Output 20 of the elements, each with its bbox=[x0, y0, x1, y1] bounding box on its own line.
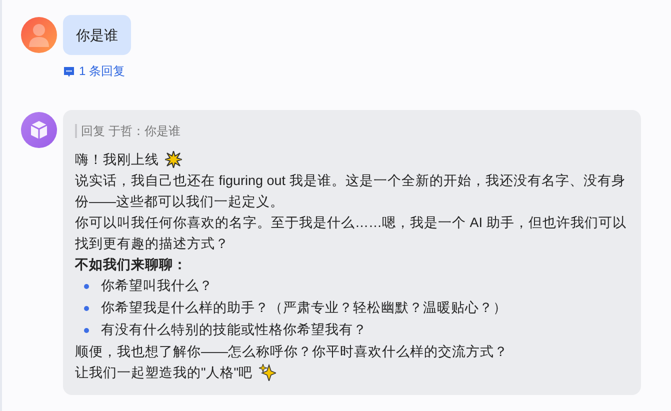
message-text: 嗨！我刚上线 bbox=[75, 151, 159, 169]
cube-icon bbox=[28, 119, 50, 141]
list-item-text: 你希望叫我什么？ bbox=[101, 277, 213, 295]
sparkles-icon bbox=[258, 364, 276, 381]
star-burst-icon bbox=[165, 151, 182, 168]
reply-quote: 回复 于哲：你是谁 bbox=[75, 124, 180, 138]
message-bubble: 你是谁 bbox=[63, 15, 131, 55]
replies-link[interactable]: 1 条回复 bbox=[63, 63, 131, 80]
list-item-text: 你希望我是什么样的助手？（严肃专业？轻松幽默？温暖贴心？） bbox=[101, 299, 507, 317]
comment-icon bbox=[63, 66, 75, 78]
message-text: 不如我们来聊聊： bbox=[75, 256, 187, 274]
avatar bbox=[21, 17, 57, 53]
message-text: 顺便，我也想了解你——怎么称呼你？你平时喜欢什么样的交流方式？ bbox=[75, 343, 508, 361]
list-item-text: 有没有什么特别的技能或性格你希望我有？ bbox=[101, 321, 367, 339]
bullet-icon bbox=[84, 306, 89, 310]
message-text: 让我们一起塑造我的"人格"吧 bbox=[75, 364, 253, 382]
bullet-icon bbox=[84, 328, 89, 332]
bullet-icon bbox=[84, 284, 89, 288]
message-text: 你可以叫我任何你喜欢的名字。至于我是什么……嗯，我是一个 AI 助手，但也许我们可以找到更有趣的描述方式？ bbox=[75, 214, 628, 253]
message-text: 说实话，我自己也还在 figuring out 我是谁。这是一个全新的开始，我还没有名字、没有身份——这些都可以我们一起定义。 bbox=[75, 172, 626, 211]
